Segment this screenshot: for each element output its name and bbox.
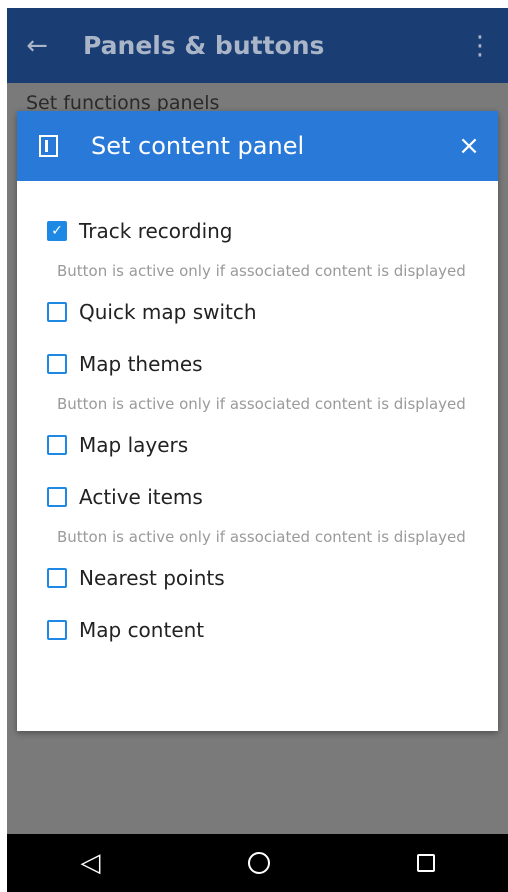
app-bar: ← Panels & buttons ⋮ xyxy=(7,8,508,83)
option-map-themes[interactable]: Map themes xyxy=(17,338,498,390)
back-arrow-icon[interactable]: ← xyxy=(7,33,67,59)
checkbox-icon[interactable] xyxy=(47,302,67,322)
option-nearest-points[interactable]: Nearest points xyxy=(17,552,498,604)
option-label: Nearest points xyxy=(79,566,225,590)
checkbox-icon[interactable] xyxy=(47,354,67,374)
option-quick-map-switch[interactable]: Quick map switch xyxy=(17,286,498,338)
checkbox-icon[interactable] xyxy=(47,487,67,507)
option-track-recording[interactable]: ✓ Track recording xyxy=(17,205,498,257)
close-icon[interactable]: × xyxy=(440,133,498,159)
nav-recents-icon[interactable] xyxy=(416,854,435,872)
overflow-menu-icon[interactable]: ⋮ xyxy=(452,31,508,61)
checkbox-checked-icon[interactable]: ✓ xyxy=(47,221,67,241)
option-label: Map layers xyxy=(79,433,189,457)
dialog-title: Set content panel xyxy=(91,132,305,160)
checkbox-icon[interactable] xyxy=(47,435,67,455)
option-label: Map content xyxy=(79,618,205,642)
set-content-panel-dialog: Set content panel × ✓ Track recording Bu… xyxy=(17,111,498,731)
system-navigation-bar: ◁ xyxy=(7,834,508,892)
checkbox-icon[interactable] xyxy=(47,568,67,588)
option-map-content[interactable]: Map content xyxy=(17,604,498,656)
option-hint: Button is active only if associated cont… xyxy=(57,395,466,413)
checkbox-icon[interactable] xyxy=(47,620,67,640)
nav-back-icon[interactable]: ◁ xyxy=(81,850,101,876)
panel-icon xyxy=(39,135,58,157)
option-map-layers[interactable]: Map layers xyxy=(17,419,498,471)
status-bar xyxy=(0,0,508,8)
option-list: ✓ Track recording Button is active only … xyxy=(17,181,498,656)
option-label: Quick map switch xyxy=(79,300,257,324)
dialog-header: Set content panel × xyxy=(17,111,498,181)
nav-home-icon[interactable] xyxy=(247,852,270,874)
option-active-items[interactable]: Active items xyxy=(17,471,498,523)
app-bar-title: Panels & buttons xyxy=(83,31,325,60)
option-label: Track recording xyxy=(79,219,233,243)
option-label: Map themes xyxy=(79,352,203,376)
option-hint: Button is active only if associated cont… xyxy=(57,528,466,546)
option-label: Active items xyxy=(79,485,203,509)
option-hint: Button is active only if associated cont… xyxy=(57,262,466,280)
